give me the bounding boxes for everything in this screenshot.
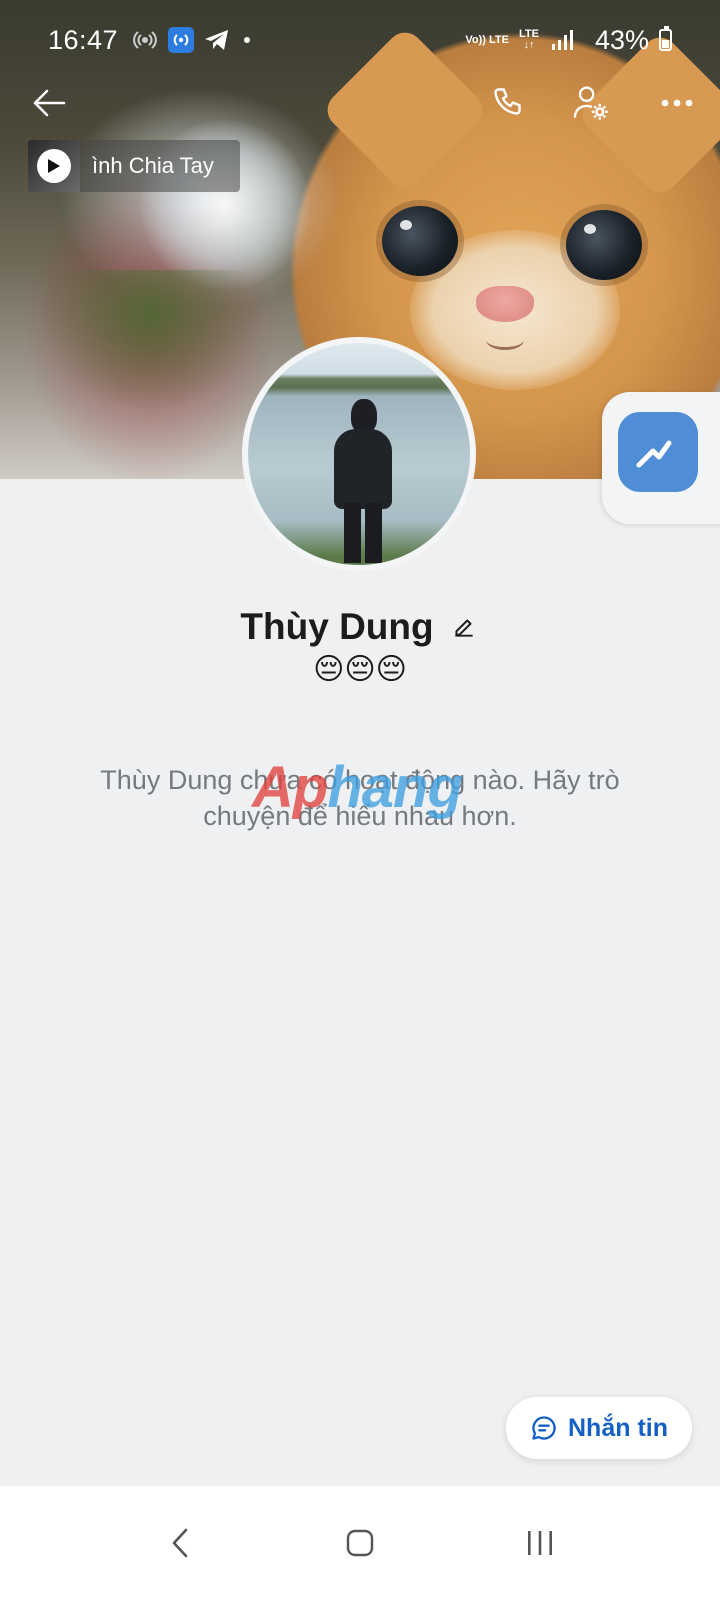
more-button[interactable] — [652, 78, 702, 128]
notification-dot-icon — [244, 37, 251, 43]
nav-back-button[interactable] — [150, 1513, 210, 1573]
user-settings-icon — [573, 86, 608, 120]
call-button[interactable] — [484, 78, 534, 128]
avatar-person-leg-left — [344, 503, 361, 563]
status-right-group: Vo)) LTE LTE ↓↑ 43% — [465, 25, 672, 56]
phone-icon — [494, 88, 521, 115]
profile-name-row: Thùy Dung — [0, 602, 720, 652]
signal-icon — [549, 27, 575, 53]
nav-recents-button[interactable] — [510, 1513, 570, 1573]
hotspot-app-icon — [168, 27, 195, 53]
wifi-hotspot-icon — [132, 27, 158, 53]
cat-eye-left — [382, 206, 458, 276]
profile-settings-button[interactable] — [566, 78, 616, 128]
nav-home-icon — [346, 1529, 374, 1557]
profile-status-emojis: 😔😔😔 — [313, 653, 407, 686]
pencil-icon — [454, 619, 473, 637]
status-bar: 16:47 Vo)) LTE LTE ↓↑ 43% — [0, 0, 720, 80]
arrow-left-icon — [33, 89, 66, 117]
nav-recents-icon — [528, 1531, 552, 1555]
cover-blur-plant — [30, 270, 270, 420]
system-nav-bar — [0, 1486, 720, 1600]
avatar-person-head — [351, 399, 377, 433]
nav-back-icon — [172, 1528, 188, 1558]
chat-bubble-icon — [532, 1416, 556, 1440]
avatar-person-body — [334, 429, 392, 509]
cat-eye-right — [566, 210, 642, 280]
back-button[interactable] — [24, 78, 74, 128]
nav-home-button[interactable] — [330, 1513, 390, 1573]
empty-activity-message: Thùy Dung chưa có hoạt động nào. Hãy trò… — [100, 765, 620, 831]
floating-assistant-button[interactable] — [602, 392, 720, 524]
volte-label: Vo)) LTE — [465, 33, 509, 46]
telegram-icon — [204, 27, 230, 53]
cat-mouth — [486, 330, 524, 350]
message-button[interactable]: Nhắn tin — [506, 1397, 692, 1459]
play-icon[interactable] — [37, 149, 71, 183]
message-button-label: Nhắn tin — [568, 1413, 668, 1442]
cat-nose — [476, 286, 534, 322]
music-thumbnail — [28, 140, 80, 192]
lte-label: LTE ↓↑ — [518, 28, 539, 51]
avatar[interactable] — [242, 337, 476, 571]
avatar-person-leg-right — [365, 503, 382, 563]
battery-percent: 43% — [594, 24, 649, 55]
music-title: ình Chia Tay — [92, 153, 214, 178]
profile-name: Thùy Dung — [240, 606, 434, 647]
status-time: 16:47 — [48, 24, 119, 55]
edit-name-button[interactable] — [448, 611, 480, 643]
link-assistant-icon — [618, 412, 698, 492]
battery-icon — [659, 26, 672, 51]
profile-music-chip[interactable]: ình Chia Tay — [28, 140, 240, 192]
more-horizontal-icon — [661, 99, 693, 107]
